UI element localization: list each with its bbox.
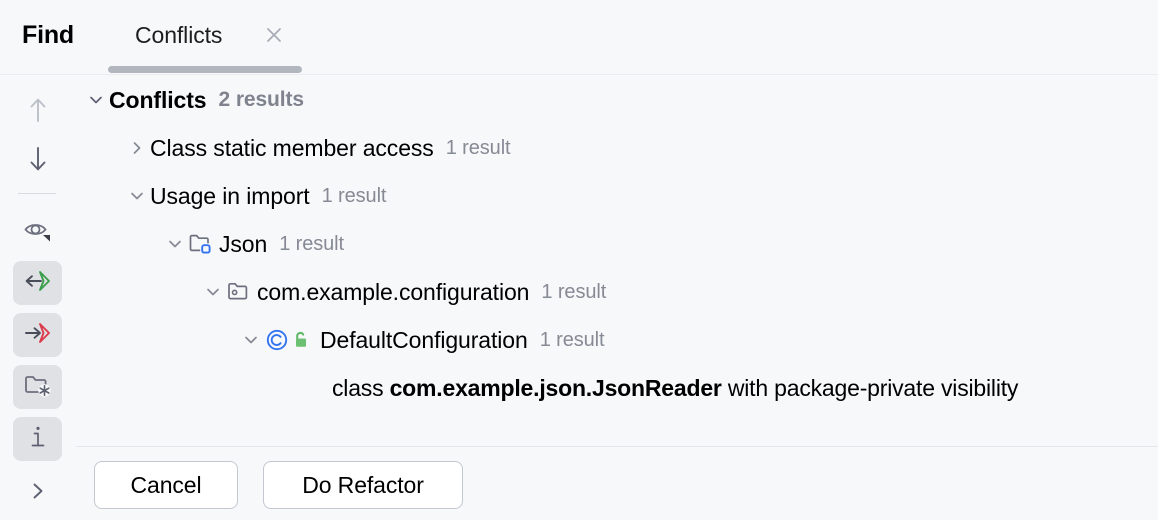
tree-node-detail[interactable]: class com.example.json.JsonReader with p… (76, 364, 1158, 412)
tree-node-count: 1 result (279, 232, 344, 255)
tree-node-count: 1 result (321, 184, 387, 207)
arrow-up-icon (24, 95, 52, 130)
info-icon (25, 423, 51, 456)
chevron-right-icon (26, 478, 50, 509)
detail-suffix: with package-private visibility (721, 374, 1019, 401)
tree-node-label: Usage in import (150, 182, 310, 209)
eye-icon (22, 216, 54, 249)
find-conflicts-window: Find Conflicts Conflicts 2 results Class… (0, 0, 1158, 520)
toolbar-separator (18, 193, 56, 194)
show-details-button[interactable] (13, 417, 62, 461)
tree-node-label: com.example.configuration (257, 278, 530, 305)
chevron-down-icon[interactable] (162, 231, 188, 257)
folder-snowflake-icon (23, 371, 53, 404)
conflicts-tree-panel[interactable]: Conflicts 2 results Class static member … (76, 76, 1158, 446)
do-refactor-button[interactable]: Do Refactor (263, 461, 463, 509)
tree-node-module-json[interactable]: Json 1 result (76, 220, 1158, 268)
tree-node-conflicts[interactable]: Conflicts 2 results (76, 76, 1158, 124)
preview-usages-button[interactable] (13, 210, 62, 254)
expand-toolbar-button[interactable] (13, 471, 62, 515)
tree-node-count: 1 result (541, 280, 607, 303)
package-icon (226, 279, 252, 305)
tree-node-class-defaultconfiguration[interactable]: DefaultConfiguration 1 result (76, 316, 1158, 364)
tab-bar: Find Conflicts (0, 0, 1158, 75)
cancel-button[interactable]: Cancel (94, 461, 238, 509)
module-folder-icon (188, 231, 214, 257)
tree-node-label: Json (219, 230, 268, 257)
arrow-down-icon (24, 144, 52, 179)
arrow-left-into-brace-icon (22, 268, 54, 299)
dialog-footer: Cancel Do Refactor (76, 446, 1158, 520)
tree-node-usage-in-import[interactable]: Usage in import 1 result (76, 172, 1158, 220)
tree-node-package[interactable]: com.example.configuration 1 result (76, 268, 1158, 316)
unlocked-green-icon (290, 327, 312, 353)
tab-conflicts-label: Conflicts (135, 22, 223, 48)
detail-prefix: class (332, 374, 390, 401)
page-title: Find (22, 21, 74, 49)
tab-active-underline (108, 66, 302, 73)
tab-conflicts[interactable]: Conflicts (108, 0, 302, 74)
group-by-directory-button[interactable] (13, 365, 62, 409)
tree-node-label: DefaultConfiguration (320, 326, 528, 353)
tree-node-label: Conflicts (109, 86, 207, 113)
left-toolbar (0, 75, 75, 520)
tree-node-count: 2 results (218, 88, 305, 111)
arrow-right-into-brace-icon (22, 320, 54, 351)
conflicts-tree: Conflicts 2 results Class static member … (76, 76, 1158, 412)
tree-node-count: 1 result (445, 136, 511, 159)
show-read-access-button[interactable] (13, 313, 62, 357)
chevron-down-icon[interactable] (124, 183, 150, 209)
tree-node-label: Class static member access (150, 134, 434, 161)
chevron-down-icon[interactable] (83, 87, 109, 113)
detail-emphasis: com.example.json.JsonReader (389, 374, 722, 401)
previous-occurrence-button[interactable] (13, 90, 62, 134)
show-import-statements-button[interactable] (13, 261, 62, 305)
next-occurrence-button[interactable] (13, 139, 62, 183)
chevron-right-icon[interactable] (124, 135, 150, 161)
class-icon (264, 327, 290, 353)
tree-node-class-static-member-access[interactable]: Class static member access 1 result (76, 124, 1158, 172)
tree-node-count: 1 result (539, 328, 605, 351)
detail-text: class com.example.json.JsonReader with p… (332, 375, 1018, 402)
chevron-down-icon[interactable] (238, 327, 264, 353)
chevron-down-icon[interactable] (200, 279, 226, 305)
close-icon[interactable] (263, 24, 285, 46)
